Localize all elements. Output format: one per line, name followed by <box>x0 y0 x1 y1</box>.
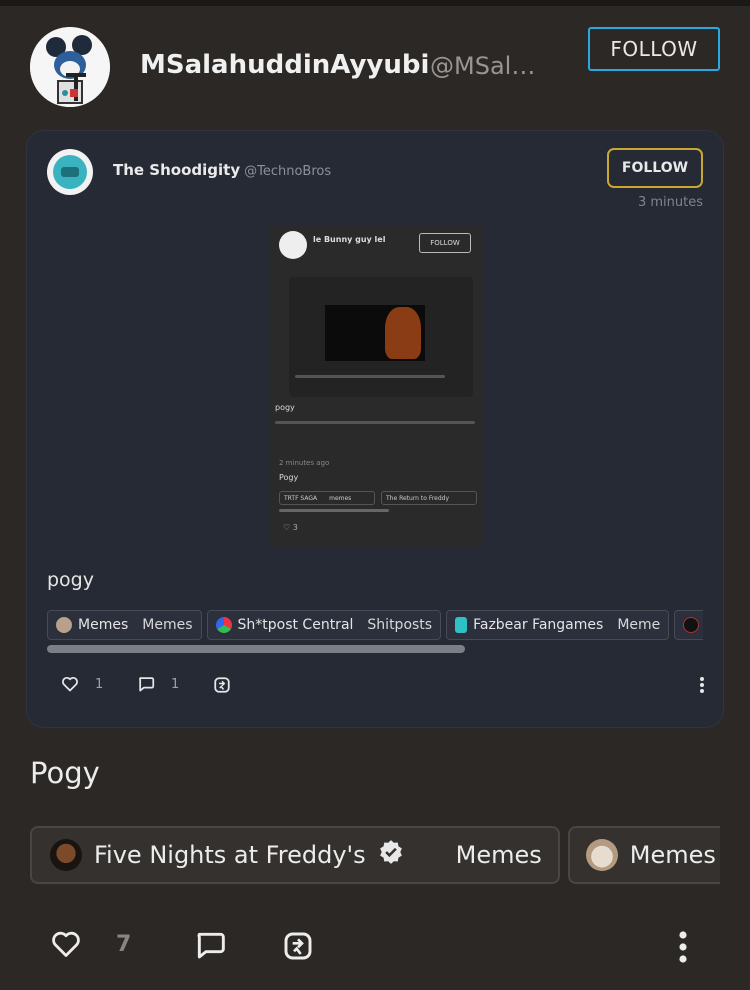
comment-icon <box>197 932 225 959</box>
follow-button[interactable]: FOLLOW <box>588 27 720 71</box>
fazbear-icon <box>455 617 468 633</box>
like-button[interactable]: 7 <box>50 930 131 958</box>
nested-text-small: pogy <box>275 403 295 412</box>
post-actions: 7 <box>30 930 720 970</box>
embed-like-count: 1 <box>95 676 104 692</box>
heart-icon <box>52 931 80 957</box>
verified-badge-icon <box>378 839 404 871</box>
embed-chip-fazbear[interactable]: Fazbear Fangames Meme <box>446 610 670 640</box>
more-vertical-icon <box>700 677 704 693</box>
embed-more-button[interactable] <box>699 676 705 694</box>
embed-timestamp: 3 minutes <box>637 195 703 210</box>
embed-author-avatar[interactable] <box>47 149 93 195</box>
embedded-post-card[interactable]: The Shoodigity @TechnoBros FOLLOW 3 minut… <box>26 130 724 728</box>
heart-icon <box>62 676 78 692</box>
repost-icon <box>214 677 230 693</box>
embed-chip-shitpost[interactable]: Sh*tpost Central Shitposts <box>206 610 442 640</box>
author-avatar[interactable] <box>30 27 110 107</box>
nested-avatar <box>279 231 307 259</box>
like-count: 7 <box>116 931 132 957</box>
embed-repost-button[interactable] <box>213 676 231 694</box>
nested-time: 2 minutes ago <box>279 459 330 467</box>
embed-title: pogy <box>47 569 94 591</box>
nested-chip-1: TRTF SAGA memes <box>279 491 375 505</box>
embed-author-handle: @TechnoBros <box>244 164 332 179</box>
more-vertical-icon <box>679 931 687 963</box>
chip-fnaf[interactable]: Five Nights at Freddy's Memes <box>30 826 560 884</box>
chips-scrollbar[interactable] <box>47 645 465 653</box>
embed-chip-partial[interactable]: Th <box>674 610 703 640</box>
embed-community-chips: Memes Memes Sh*tpost Central Shitposts F… <box>47 610 703 640</box>
nested-title: Pogy <box>279 473 299 482</box>
embed-comment-button[interactable]: 1 <box>137 676 179 692</box>
repost-button[interactable] <box>282 930 314 962</box>
comment-button[interactable] <box>194 930 226 960</box>
community-icon <box>683 617 700 633</box>
comment-icon <box>139 677 155 692</box>
post-title: Pogy <box>30 756 100 790</box>
embed-comment-count: 1 <box>171 676 180 692</box>
nested-follow-button: FOLLOW <box>419 233 471 253</box>
shitpost-icon <box>215 617 232 633</box>
embed-author-name[interactable]: The Shoodigity <box>113 161 240 179</box>
more-button[interactable] <box>678 930 688 964</box>
fnaf-freddy-icon <box>50 839 82 871</box>
embed-follow-button[interactable]: FOLLOW <box>607 148 703 188</box>
nested-chip-2: The Return to Freddy <box>381 491 477 505</box>
author-name[interactable]: MSalahuddinAyyubi <box>140 50 429 80</box>
embed-author[interactable]: The Shoodigity @TechnoBros <box>113 161 331 179</box>
nested-like-count: ♡ 3 <box>283 523 298 532</box>
author-handle: @MSalahuddinAyyubi <box>430 52 550 80</box>
embed-chip-memes[interactable]: Memes Memes <box>47 610 202 640</box>
repost-icon <box>284 932 312 960</box>
post-community-chips: Five Nights at Freddy's Memes Memes <box>30 826 720 884</box>
doge-icon <box>56 617 72 633</box>
nested-freddy-image <box>385 307 421 359</box>
top-divider <box>0 0 750 6</box>
embed-like-button[interactable]: 1 <box>61 676 103 692</box>
doge-icon <box>585 839 618 871</box>
embed-actions: 1 1 <box>47 676 705 702</box>
nested-screenshot-image[interactable]: le Bunny guy lel FOLLOW pogy 2 minutes a… <box>269 225 483 547</box>
nested-author-name: le Bunny guy lel <box>313 235 386 244</box>
chip-memes[interactable]: Memes <box>567 826 720 884</box>
